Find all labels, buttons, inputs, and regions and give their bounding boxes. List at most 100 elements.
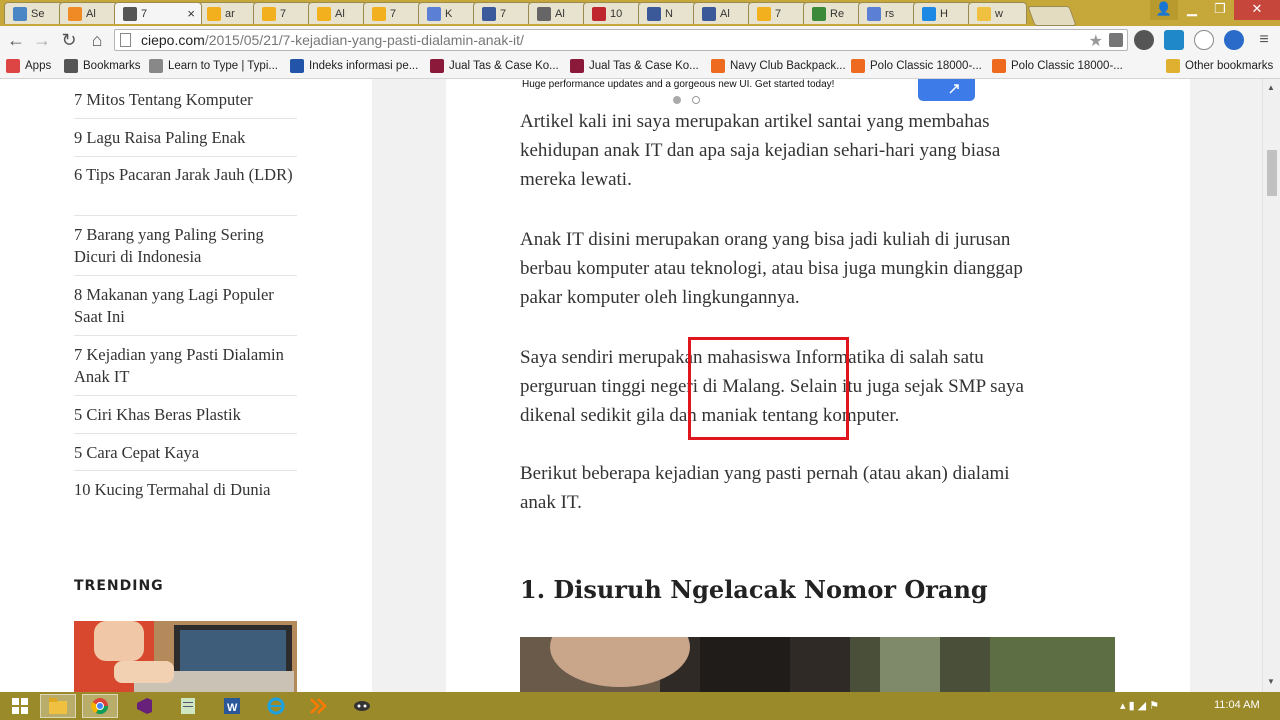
address-bar[interactable]: ciepo.com/2015/05/21/7-kejadian-yang-pas… xyxy=(114,29,1128,51)
sidebar-post-link[interactable]: 5 Cara Cepat Kaya xyxy=(74,442,297,464)
notepad-icon[interactable] xyxy=(170,694,206,718)
tab-title: 7 xyxy=(390,7,397,20)
sidebar-post-link[interactable]: 9 Lagu Raisa Paling Enak xyxy=(74,127,297,149)
skype-icon[interactable] xyxy=(1164,30,1184,50)
trending-photo-icon xyxy=(74,621,297,692)
other-bookmarks[interactable]: Other bookmarks xyxy=(1166,59,1273,73)
clock[interactable]: 11:04 AM xyxy=(1214,699,1260,711)
sidebar-post-link[interactable]: 7 Mitos Tentang Komputer xyxy=(74,89,297,111)
tab-list: Se Al 7 × ar 7 Al 7 K 7 Al 10 N Al 7 Re rs Hw xyxy=(4,2,1077,26)
url-text[interactable]: ciepo.com/2015/05/21/7-kejadian-yang-pas… xyxy=(141,32,524,48)
bookmark-item[interactable]: Navy Club Backpack... xyxy=(711,59,846,73)
tab-1[interactable]: Al xyxy=(59,2,118,24)
scroll-thumb[interactable] xyxy=(1267,150,1277,196)
tab-8[interactable]: 7 xyxy=(473,2,532,24)
tab-0[interactable]: Se xyxy=(4,2,63,24)
tab-5[interactable]: Al xyxy=(308,2,367,24)
divider xyxy=(74,156,297,157)
tab-2[interactable]: 7 × xyxy=(114,2,202,24)
sidebar-post-link[interactable]: 7 Kejadian yang Pasti Dialamin Anak IT xyxy=(74,344,297,388)
reload-icon[interactable]: ↻ xyxy=(59,30,79,50)
sidebar-post-link[interactable]: 10 Kucing Termahal di Dunia xyxy=(74,479,297,501)
word-icon[interactable]: W xyxy=(214,694,250,718)
promo-button[interactable] xyxy=(918,79,975,101)
tab-6[interactable]: 7 xyxy=(363,2,422,24)
promo-banner-text: Huge performance updates and a gorgeous … xyxy=(522,79,835,90)
tab-13[interactable]: 7 xyxy=(748,2,807,24)
scroll-down-icon[interactable]: ▼ xyxy=(1267,677,1275,686)
tab-15[interactable]: rs xyxy=(858,2,917,24)
sidebar-post-link[interactable]: 6 Tips Pacaran Jarak Jauh (LDR) xyxy=(74,164,297,186)
tray-icons: ▴ ▮ ◢ ⚑ xyxy=(1120,700,1160,712)
divider xyxy=(74,118,297,119)
carousel-dot-active[interactable] xyxy=(673,96,681,104)
shop-icon xyxy=(992,59,1006,73)
bookmark-item[interactable]: Jual Tas & Case Ko... xyxy=(570,59,699,73)
camera-extension-icon[interactable] xyxy=(1134,30,1154,50)
typing-icon xyxy=(149,59,163,73)
tab-favicon-icon xyxy=(867,6,881,21)
bl-icon xyxy=(570,59,584,73)
bookmark-item[interactable]: Polo Classic 18000-... xyxy=(851,59,982,73)
article-paragraph: Berikut beberapa kejadian yang pasti per… xyxy=(520,459,1100,517)
tab-title: 7 xyxy=(500,7,507,20)
sidebar-post-link[interactable]: 7 Barang yang Paling Sering Dicuri di In… xyxy=(74,224,297,268)
menu-icon[interactable]: ≡ xyxy=(1254,30,1274,50)
close-tab-icon[interactable]: × xyxy=(187,6,195,21)
minimize-icon[interactable]: ▁ xyxy=(1178,0,1206,20)
extension-icon[interactable] xyxy=(1109,33,1123,47)
forward-icon[interactable]: → xyxy=(32,30,52,50)
tab-16[interactable]: H xyxy=(913,2,972,24)
game-icon[interactable] xyxy=(344,694,380,718)
star-icon xyxy=(64,59,78,73)
tab-4[interactable]: 7 xyxy=(253,2,312,24)
tab-17[interactable]: w xyxy=(968,2,1027,24)
bookmark-item[interactable]: Apps xyxy=(6,59,51,73)
bookmark-label: Jual Tas & Case Ko... xyxy=(589,60,699,72)
folder-icon xyxy=(1166,59,1180,73)
tab-11[interactable]: N xyxy=(638,2,697,24)
tab-12[interactable]: Al xyxy=(693,2,752,24)
tab-10[interactable]: 10 xyxy=(583,2,642,24)
tab-favicon-icon xyxy=(262,6,276,21)
divider xyxy=(74,275,297,276)
sidebar-post-link[interactable]: 5 Ciri Khas Beras Plastik xyxy=(74,404,297,426)
tab-14[interactable]: Re xyxy=(803,2,862,24)
bookmark-item[interactable]: Jual Tas & Case Ko... xyxy=(430,59,559,73)
trending-thumbnail[interactable] xyxy=(74,621,297,692)
browser-toolbar: ← → ↻ ⌂ ciepo.com/2015/05/21/7-kejadian-… xyxy=(0,26,1280,55)
bookmark-item[interactable]: Indeks informasi pe... xyxy=(290,59,418,73)
carousel-dot[interactable] xyxy=(692,96,700,104)
tab-favicon-icon xyxy=(757,6,771,21)
bookmark-item[interactable]: Learn to Type | Typi... xyxy=(149,59,278,73)
home-icon[interactable]: ⌂ xyxy=(87,30,107,50)
user-icon[interactable]: 👤 xyxy=(1150,0,1178,20)
file-explorer-icon[interactable] xyxy=(40,694,76,718)
page-viewport: 7 Mitos Tentang Komputer 9 Lagu Raisa Pal… xyxy=(0,79,1262,692)
back-icon[interactable]: ← xyxy=(6,30,26,50)
tab-9[interactable]: Al xyxy=(528,2,587,24)
app-icon[interactable] xyxy=(300,694,336,718)
close-window-icon[interactable]: ✕ xyxy=(1234,0,1280,20)
tab-3[interactable]: ar xyxy=(198,2,257,24)
bookmark-label: Bookmarks xyxy=(83,60,141,72)
new-tab-button[interactable] xyxy=(1027,6,1077,26)
visual-studio-icon[interactable] xyxy=(126,694,162,718)
restore-icon[interactable]: ❐ xyxy=(1206,0,1234,20)
tab-title: Re xyxy=(830,7,845,20)
other-bookmarks-label: Other bookmarks xyxy=(1185,60,1274,72)
globe-icon[interactable] xyxy=(1224,30,1244,50)
page-scrollbar[interactable]: ▲ ▼ xyxy=(1262,79,1280,692)
start-icon[interactable] xyxy=(2,694,38,718)
paragraph-line: berbau komputer atau teknologi, atau bis… xyxy=(520,258,1023,279)
cloud-icon[interactable] xyxy=(1194,30,1214,50)
bookmark-item[interactable]: Bookmarks xyxy=(64,59,141,73)
chrome-icon[interactable] xyxy=(82,694,118,718)
bookmark-label: Indeks informasi pe... xyxy=(309,60,419,72)
tab-7[interactable]: K xyxy=(418,2,477,24)
scroll-up-icon[interactable]: ▲ xyxy=(1267,83,1275,92)
bookmark-star-icon[interactable]: ★ xyxy=(1089,31,1103,51)
bookmark-item[interactable]: Polo Classic 18000-... xyxy=(992,59,1123,73)
sidebar-post-link[interactable]: 8 Makanan yang Lagi Populer Saat Ini xyxy=(74,284,297,328)
internet-explorer-icon[interactable] xyxy=(258,694,294,718)
